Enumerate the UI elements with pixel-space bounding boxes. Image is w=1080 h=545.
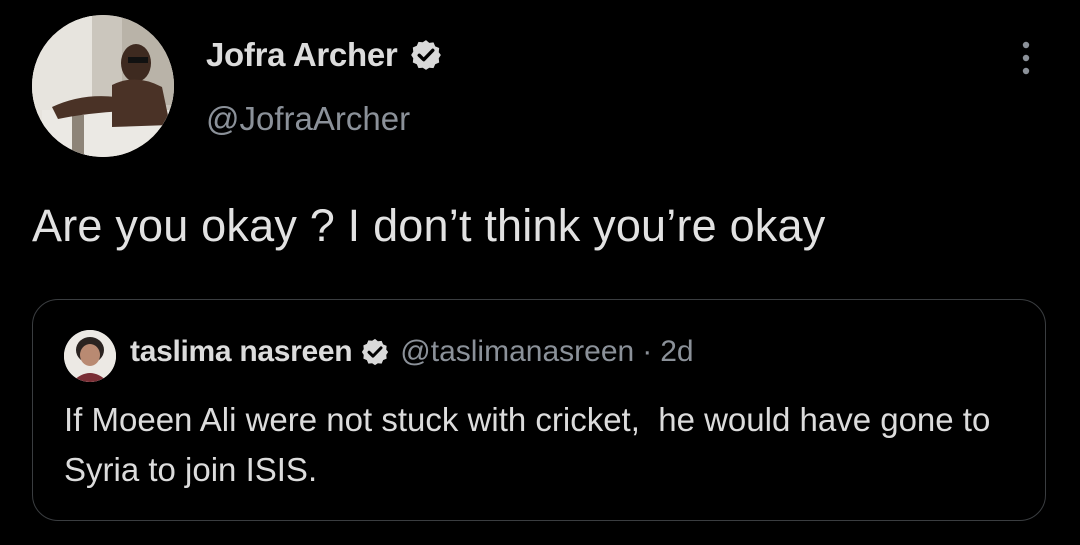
quoted-tweet-text: If Moeen Ali were not stuck with cricket… bbox=[64, 401, 1000, 488]
quoted-tweet[interactable]: taslima nasreen @taslimanasreen · 2d If … bbox=[32, 299, 1046, 521]
tweet-card: Jofra Archer @JofraArcher Are you okay ?… bbox=[0, 0, 1080, 545]
author-handle[interactable]: @JofraArcher bbox=[206, 100, 410, 138]
author-name[interactable]: Jofra Archer bbox=[206, 36, 398, 74]
quoted-author-handle[interactable]: @taslimanasreen bbox=[400, 335, 634, 369]
quoted-author-name[interactable]: taslima nasreen bbox=[130, 335, 353, 369]
quoted-timestamp[interactable]: 2d bbox=[660, 335, 693, 369]
more-vertical-icon bbox=[1022, 41, 1030, 75]
verified-badge-icon bbox=[362, 338, 389, 366]
separator-dot: · bbox=[642, 335, 653, 368]
more-options-button[interactable] bbox=[1016, 40, 1036, 76]
verified-badge-icon bbox=[411, 40, 442, 70]
tweet-text: Are you okay ? I don’t think you’re okay bbox=[32, 200, 826, 251]
author-avatar[interactable] bbox=[32, 15, 174, 157]
quoted-header: taslima nasreen @taslimanasreen · 2d bbox=[130, 335, 694, 369]
quoted-author-avatar[interactable] bbox=[64, 330, 116, 382]
quoted-author-avatar-image bbox=[64, 330, 116, 382]
author-avatar-image bbox=[32, 15, 174, 157]
author-name-row[interactable]: Jofra Archer bbox=[206, 36, 443, 74]
